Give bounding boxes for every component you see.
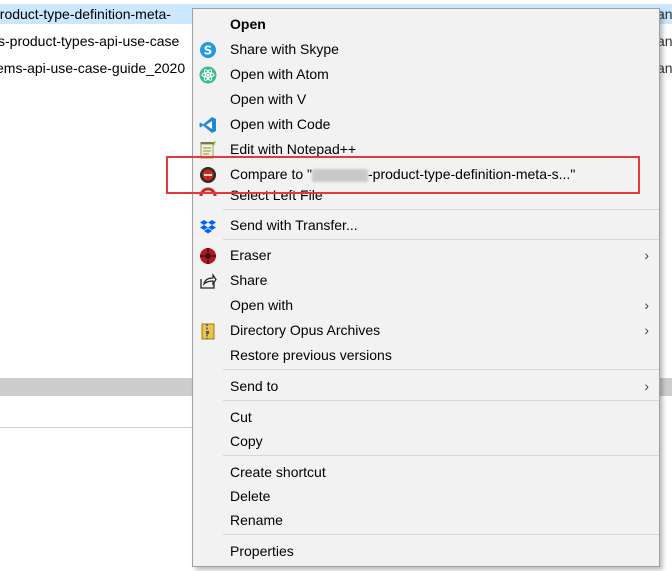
menu-item-label: Create shortcut (230, 464, 326, 480)
menu-item-properties[interactable]: Properties (193, 539, 659, 564)
atom-icon (199, 66, 217, 84)
menu-item-label: Restore previous versions (230, 347, 392, 363)
menu-item-label: Eraser (230, 247, 272, 263)
skype-icon: S (199, 41, 217, 59)
menu-item-label: Rename (230, 512, 283, 528)
menu-item-open[interactable]: Open (193, 12, 659, 37)
chevron-right-icon: › (644, 322, 649, 338)
eraser-icon (199, 247, 217, 265)
file-name: ems-api-use-case-guide_2020 (0, 60, 186, 76)
menu-item-rename[interactable]: Rename (193, 508, 659, 533)
menu-item-label: Share (230, 272, 268, 288)
menu-separator (223, 239, 659, 240)
chevron-right-icon: › (644, 247, 649, 263)
menu-item-label: Send to (230, 378, 279, 394)
menu-item-label: Send with Transfer... (230, 217, 358, 233)
menu-item-restore-previous-versions[interactable]: Restore previous versions (193, 343, 659, 368)
horizontal-scrollbar[interactable] (0, 378, 195, 396)
svg-text:S: S (204, 44, 213, 58)
menu-item-label: Open with (230, 297, 294, 313)
annotation-highlight-box (166, 156, 640, 194)
menu-separator (223, 369, 659, 370)
menu-separator (223, 534, 659, 535)
menu-item-cut[interactable]: Cut (193, 405, 659, 430)
menu-item-label: Cut (230, 409, 252, 425)
menu-item-label: Properties (230, 543, 294, 559)
menu-item-share[interactable]: Share (193, 268, 659, 293)
share-icon (199, 272, 217, 290)
menu-separator (223, 209, 659, 210)
menu-item-eraser[interactable]: Eraser › (193, 243, 659, 268)
window-divider (0, 427, 200, 428)
file-name: s-product-types-api-use-case (0, 33, 180, 49)
chevron-right-icon: › (644, 378, 649, 394)
menu-item-label: Share with Skype (230, 41, 339, 57)
dropbox-icon (199, 217, 217, 235)
menu-item-label: Delete (230, 488, 271, 504)
menu-item-send-to[interactable]: Send to › (193, 374, 659, 399)
menu-item-share-with-skype[interactable]: S Share with Skype (193, 37, 659, 62)
menu-item-open-with[interactable]: Open with › (193, 293, 659, 318)
menu-separator (223, 400, 659, 401)
menu-item-label: Open with Code (230, 116, 331, 132)
vscode-icon (199, 116, 217, 134)
menu-item-label: Open with Atom (230, 66, 329, 82)
chevron-right-icon: › (644, 297, 649, 313)
menu-item-copy[interactable]: Copy (193, 429, 659, 454)
menu-item-send-with-transfer[interactable]: Send with Transfer... (193, 213, 659, 238)
menu-item-directory-opus-archives[interactable]: Directory Opus Archives › (193, 318, 659, 343)
menu-item-open-with-atom[interactable]: Open with Atom (193, 62, 659, 87)
archive-icon (199, 322, 217, 340)
menu-separator (223, 455, 659, 456)
file-name: product-type-definition-meta- (0, 6, 171, 22)
menu-item-delete[interactable]: Delete (193, 484, 659, 509)
menu-item-create-shortcut[interactable]: Create shortcut (193, 460, 659, 485)
menu-item-label: Copy (230, 433, 263, 449)
context-menu: Open S Share with Skype Open with Atom O… (192, 8, 660, 567)
menu-item-open-with-code[interactable]: Open with Code (193, 112, 659, 137)
menu-item-label: Open (230, 16, 266, 32)
menu-item-label: Directory Opus Archives (230, 322, 381, 338)
menu-item-open-with-v[interactable]: Open with V (193, 87, 659, 112)
menu-item-label: Open with V (230, 91, 307, 107)
